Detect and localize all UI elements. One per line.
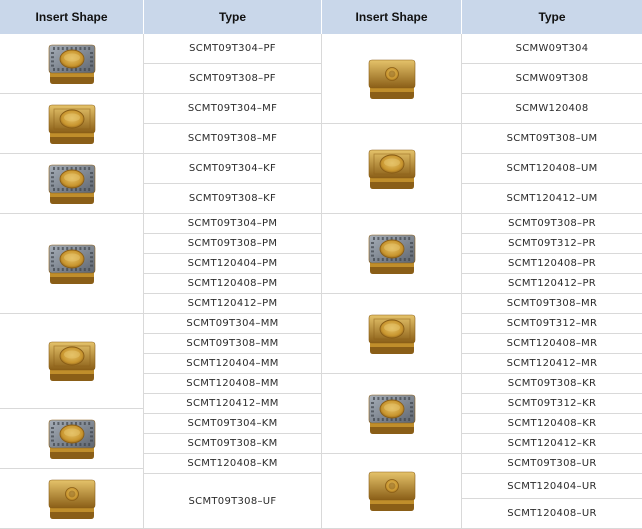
insert-shape-cell xyxy=(322,124,462,214)
type-cell-left: SCMT120412–MM xyxy=(144,394,322,414)
insert-coated-gray-icon xyxy=(368,394,415,434)
type-cell-left: SCMT09T304–PF xyxy=(144,34,322,64)
insert-shape-cell xyxy=(0,34,144,94)
type-cell-left: SCMT09T308–PF xyxy=(144,64,322,94)
type-cell-left: SCMT120408–MM xyxy=(144,374,322,394)
type-cell-left: SCMT09T308–MM xyxy=(144,334,322,354)
type-cell-right: SCMT09T308–KR xyxy=(462,374,642,394)
type-cell-left: SCMT09T308–KF xyxy=(144,184,322,214)
type-cell-right: SCMT120412–MR xyxy=(462,354,642,374)
type-cell-right: SCMT09T308–MR xyxy=(462,294,642,314)
type-cell-right: SCMT09T312–PR xyxy=(462,234,642,254)
type-cell-left: SCMT120408–PM xyxy=(144,274,322,294)
insert-gold-icon xyxy=(48,104,95,144)
type-cell-right: SCMT09T308–UM xyxy=(462,124,642,154)
type-cell-right: SCMT120408–PR xyxy=(462,254,642,274)
insert-gold-plain-icon xyxy=(48,479,95,519)
insert-gold-plain-icon xyxy=(368,471,415,511)
type-cell-left: SCMT09T308–PM xyxy=(144,234,322,254)
insert-coated-gray-icon xyxy=(48,164,95,204)
insert-gold-icon xyxy=(48,341,95,381)
type-cell-right: SCMT120404–UR xyxy=(462,474,642,499)
type-cell-right: SCMT120408–MR xyxy=(462,334,642,354)
type-cell-left: SCMT09T304–PM xyxy=(144,214,322,234)
type-cell-right: SCMT120412–KR xyxy=(462,434,642,454)
header-type-left: Type xyxy=(144,0,322,34)
type-cell-left: SCMT09T304–KM xyxy=(144,414,322,434)
type-cell-right: SCMT09T312–MR xyxy=(462,314,642,334)
insert-shape-cell xyxy=(0,154,144,214)
insert-shape-cell xyxy=(0,314,144,409)
type-cell-right: SCMW09T308 xyxy=(462,64,642,94)
insert-shape-cell xyxy=(0,214,144,314)
type-cell-right: SCMT120408–KR xyxy=(462,414,642,434)
type-cell-left: SCMT120404–MM xyxy=(144,354,322,374)
type-cell-right: SCMT09T312–KR xyxy=(462,394,642,414)
type-cell-right: SCMW120408 xyxy=(462,94,642,124)
insert-shape-cell xyxy=(322,214,462,294)
insert-gold-icon xyxy=(368,149,415,189)
type-cell-left: SCMT09T304–MM xyxy=(144,314,322,334)
insert-shape-cell xyxy=(0,94,144,154)
type-cell-left: SCMT09T304–MF xyxy=(144,94,322,124)
type-cell-left: SCMT120404–PM xyxy=(144,254,322,274)
header-insert-shape-right: Insert Shape xyxy=(322,0,462,34)
type-cell-left: SCMT120412–PM xyxy=(144,294,322,314)
insert-shape-cell xyxy=(0,409,144,469)
type-cell-right: SCMT120412–PR xyxy=(462,274,642,294)
type-cell-left: SCMT09T308–UF xyxy=(144,474,322,529)
type-cell-left: SCMT09T304–KF xyxy=(144,154,322,184)
type-cell-right: SCMT120412–UM xyxy=(462,184,642,214)
type-cell-right: SCMT09T308–UR xyxy=(462,454,642,474)
insert-coated-gray-icon xyxy=(48,419,95,459)
insert-coated-gray-icon xyxy=(48,244,95,284)
insert-gold-plain-icon xyxy=(368,59,415,99)
type-cell-right: SCMT120408–UM xyxy=(462,154,642,184)
insert-shape-cell xyxy=(322,34,462,124)
type-cell-right: SCMT120408–UR xyxy=(462,499,642,529)
insert-shape-cell xyxy=(322,454,462,529)
type-cell-right: SCMT09T308–PR xyxy=(462,214,642,234)
header-insert-shape-left: Insert Shape xyxy=(0,0,144,34)
insert-type-table: Insert Shape Type Insert Shape Type SCMT… xyxy=(0,0,642,529)
insert-shape-cell xyxy=(322,374,462,454)
insert-coated-gray-icon xyxy=(368,234,415,274)
type-cell-right: SCMW09T304 xyxy=(462,34,642,64)
insert-shape-cell xyxy=(322,294,462,374)
insert-shape-cell xyxy=(0,469,144,529)
type-cell-left: SCMT09T308–KM xyxy=(144,434,322,454)
header-type-right: Type xyxy=(462,0,642,34)
type-cell-left: SCMT120408–KM xyxy=(144,454,322,474)
insert-coated-gray-icon xyxy=(48,44,95,84)
type-cell-left: SCMT09T308–MF xyxy=(144,124,322,154)
insert-gold-icon xyxy=(368,314,415,354)
